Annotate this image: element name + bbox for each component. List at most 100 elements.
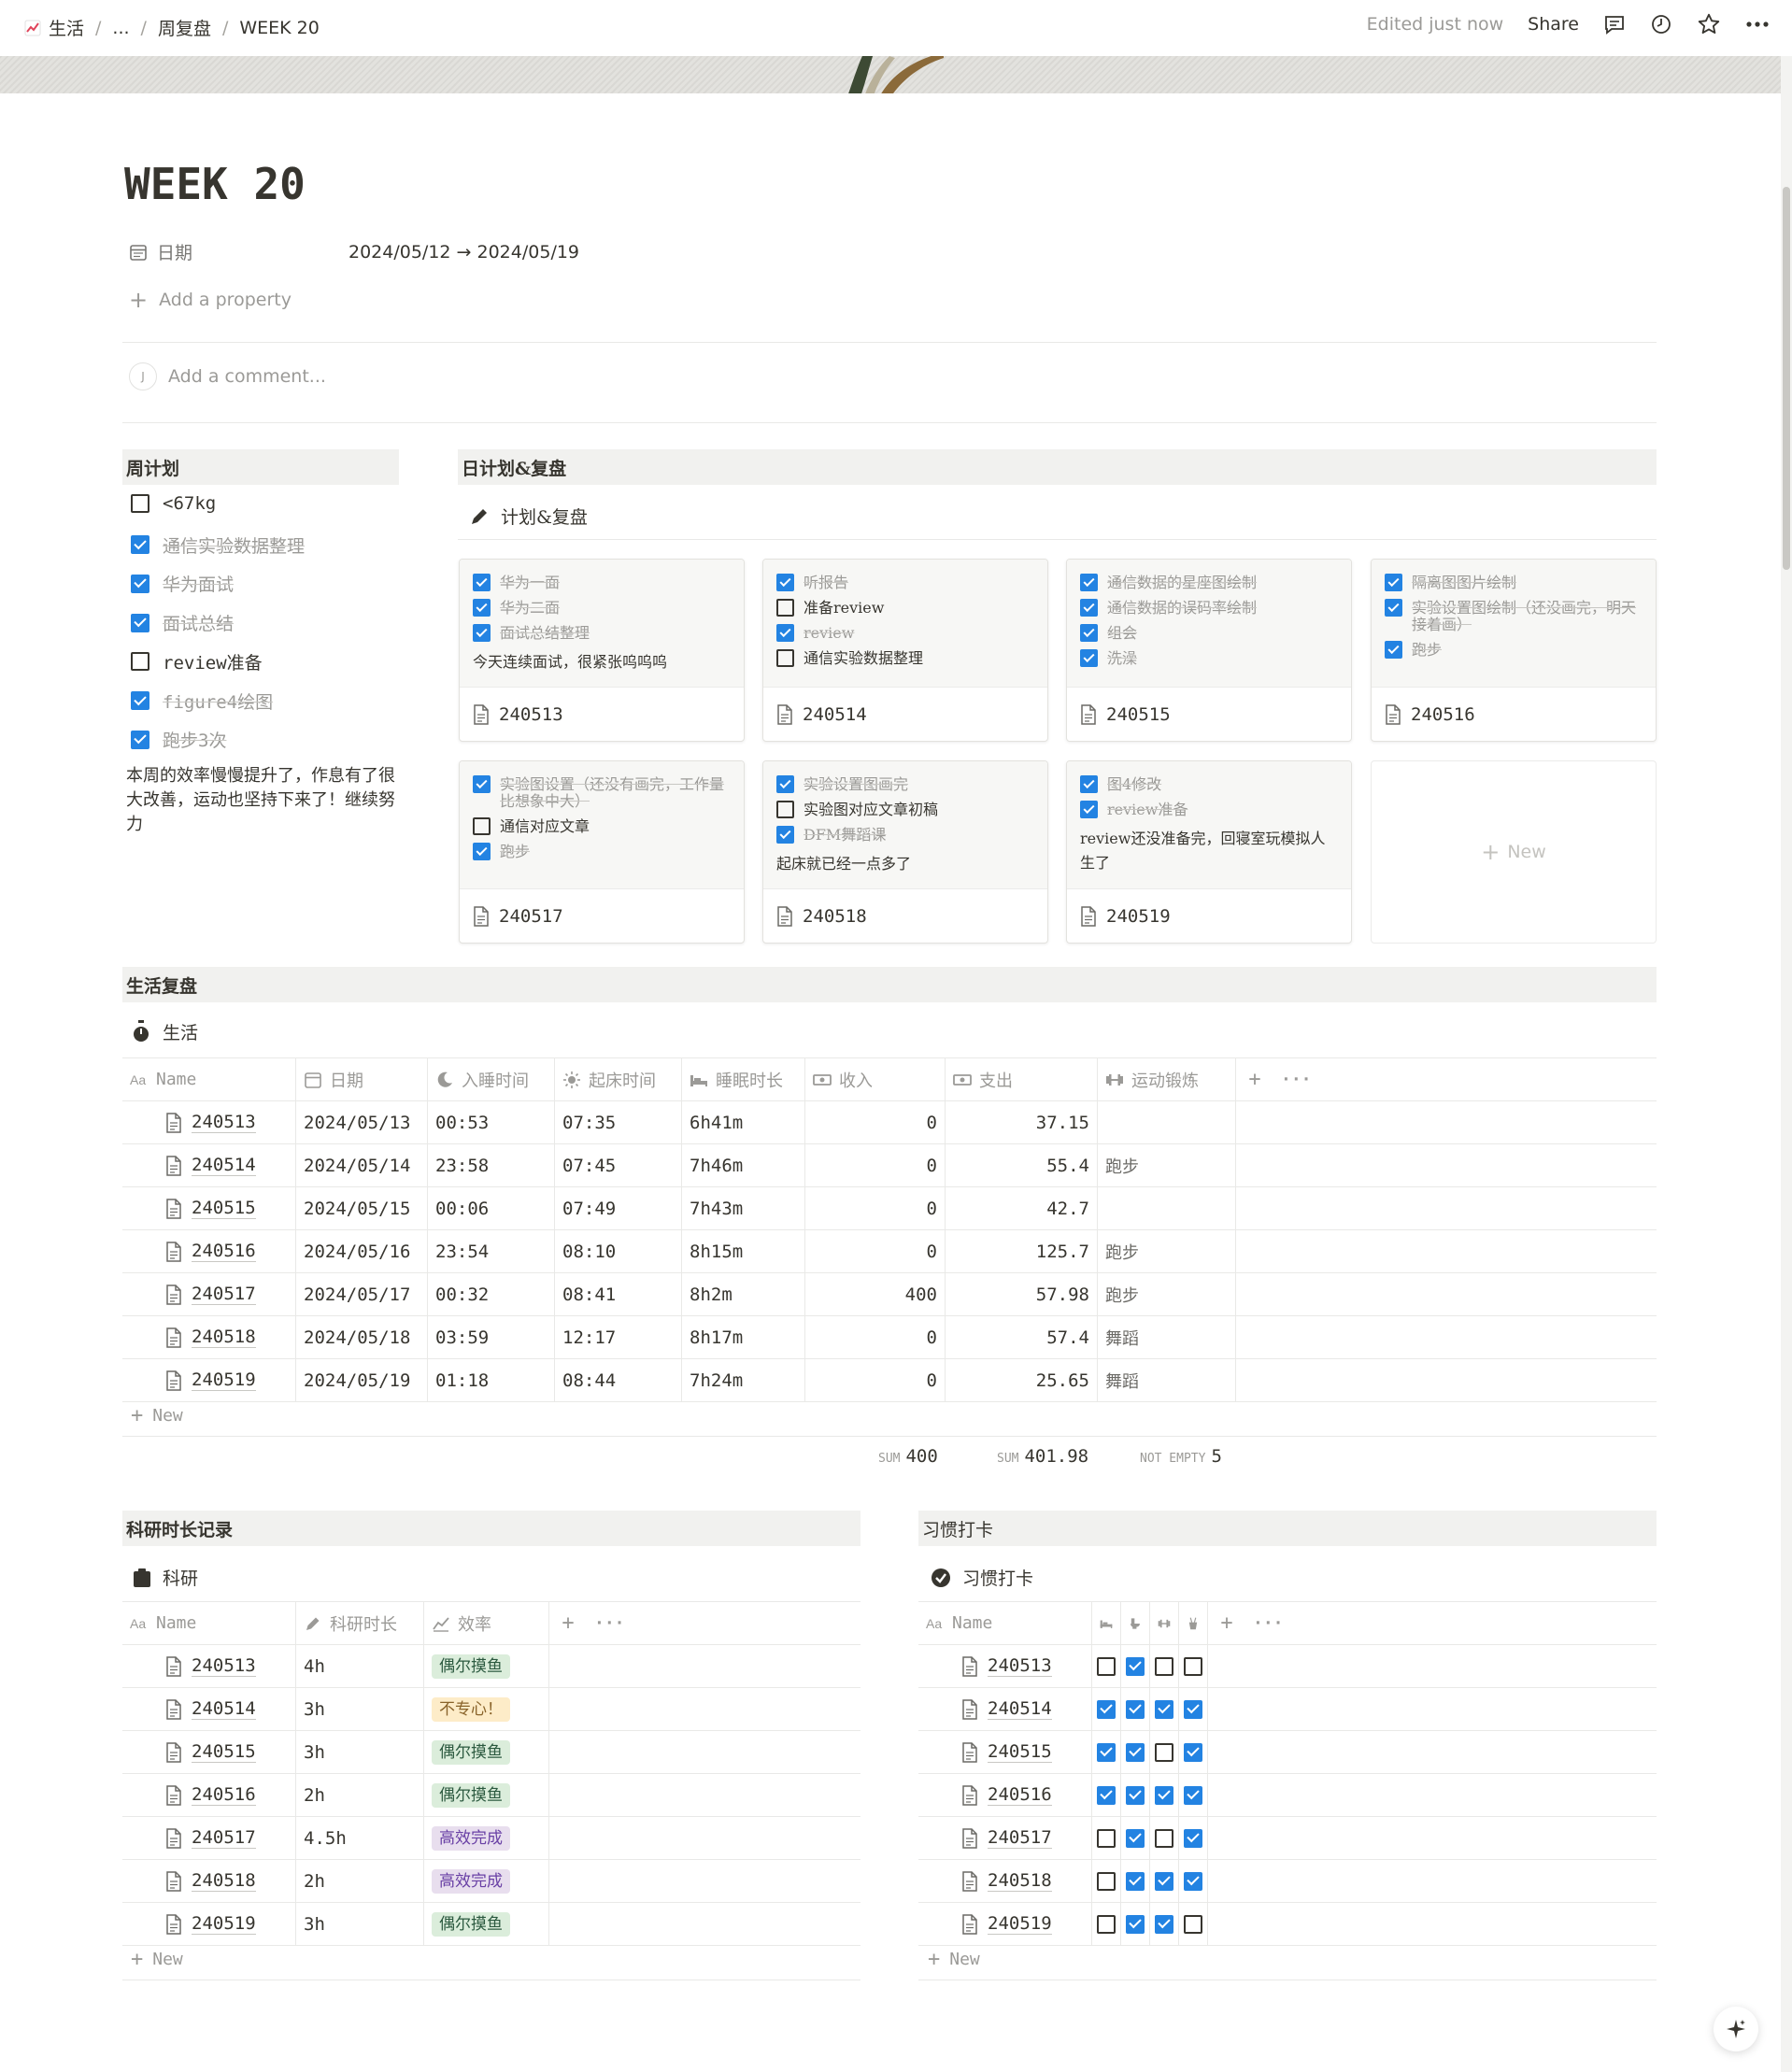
cell-dur[interactable]: 6h41m bbox=[682, 1101, 805, 1143]
checkbox[interactable] bbox=[1155, 1742, 1173, 1762]
checkbox[interactable] bbox=[1126, 1785, 1145, 1805]
habit-cell[interactable] bbox=[1150, 1817, 1179, 1859]
habit-cell[interactable] bbox=[1121, 1688, 1150, 1730]
cell-wake[interactable]: 08:41 bbox=[555, 1273, 682, 1315]
cell-exercise[interactable] bbox=[1098, 1101, 1236, 1143]
row-name-cell[interactable]: 240517 bbox=[122, 1817, 296, 1859]
checkbox[interactable] bbox=[473, 574, 491, 591]
table-row[interactable]: 240517 bbox=[918, 1817, 1657, 1860]
checkbox[interactable] bbox=[1097, 1656, 1116, 1676]
habit-cell[interactable] bbox=[1121, 1645, 1150, 1687]
checkbox[interactable] bbox=[1155, 1828, 1173, 1848]
column-header-name[interactable]: Aa Name bbox=[122, 1058, 296, 1100]
habit-cell[interactable] bbox=[1092, 1860, 1121, 1902]
cell-hours[interactable]: 2h bbox=[296, 1774, 424, 1816]
row-name-link[interactable]: 240516 bbox=[192, 1241, 256, 1262]
checkbox[interactable] bbox=[131, 535, 149, 555]
cell-date[interactable]: 2024/05/16 bbox=[296, 1230, 428, 1272]
table-row[interactable]: 240518 2h 高效完成 bbox=[122, 1860, 860, 1903]
cell-dur[interactable]: 7h43m bbox=[682, 1187, 805, 1229]
card-title[interactable]: 240515 bbox=[1067, 687, 1351, 741]
checkbox[interactable] bbox=[131, 691, 149, 710]
add-column-button[interactable]: + bbox=[1208, 1602, 1245, 1644]
row-name-link[interactable]: 240519 bbox=[988, 1913, 1052, 1935]
cell-date[interactable]: 2024/05/18 bbox=[296, 1316, 428, 1358]
checkbox[interactable] bbox=[1080, 624, 1098, 642]
checkbox[interactable] bbox=[1184, 1742, 1202, 1762]
column-header-bedtime[interactable]: 入睡时间 bbox=[428, 1058, 555, 1100]
row-name-link[interactable]: 240519 bbox=[192, 1913, 256, 1935]
checkbox[interactable] bbox=[473, 775, 491, 793]
daily-card[interactable]: 通信数据的星座图绘制 通信数据的误码率绘制 组会 洗澡 240515 bbox=[1066, 559, 1352, 742]
checkbox[interactable] bbox=[131, 574, 149, 593]
checkbox[interactable] bbox=[1080, 649, 1098, 667]
cell-exercise[interactable]: 跑步 bbox=[1098, 1230, 1236, 1272]
habit-cell[interactable] bbox=[1179, 1817, 1208, 1859]
habit-cell[interactable] bbox=[1150, 1860, 1179, 1902]
row-name-cell[interactable]: 240515 bbox=[918, 1731, 1092, 1773]
cell-wake[interactable]: 08:10 bbox=[555, 1230, 682, 1272]
weekly-todo-item[interactable]: 通信实验数据整理 bbox=[131, 532, 305, 558]
row-name-cell[interactable]: 240518 bbox=[918, 1860, 1092, 1902]
row-name-link[interactable]: 240513 bbox=[192, 1112, 256, 1133]
checkbox[interactable] bbox=[1080, 775, 1098, 793]
habit-cell[interactable] bbox=[1179, 1645, 1208, 1687]
column-header-research-hours[interactable]: 科研时长 bbox=[296, 1602, 424, 1644]
cell-date[interactable]: 2024/05/19 bbox=[296, 1359, 428, 1401]
page-title[interactable]: WEEK 20 bbox=[124, 159, 306, 209]
row-name-cell[interactable]: 240519 bbox=[122, 1903, 296, 1945]
star-icon[interactable] bbox=[1697, 12, 1721, 36]
table-row[interactable]: 240519 3h 偶尔摸鱼 bbox=[122, 1903, 860, 1946]
comment-box[interactable]: J Add a comment... bbox=[129, 362, 326, 390]
cell-sleep[interactable]: 00:32 bbox=[428, 1273, 555, 1315]
cell-income[interactable]: 400 bbox=[805, 1273, 946, 1315]
cell-expense[interactable]: 37.15 bbox=[946, 1101, 1098, 1143]
checkbox[interactable] bbox=[776, 649, 794, 667]
daily-card[interactable]: 实验图设置（还没有画完，工作量比想象中大） 通信对应文章 跑步 240517 bbox=[459, 760, 745, 944]
checkbox[interactable] bbox=[1126, 1699, 1145, 1719]
cell-hours[interactable]: 3h bbox=[296, 1688, 424, 1730]
card-title[interactable]: 240516 bbox=[1372, 687, 1656, 741]
checkbox[interactable] bbox=[1184, 1914, 1202, 1934]
cell-sleep[interactable]: 23:58 bbox=[428, 1144, 555, 1186]
cell-expense[interactable]: 25.65 bbox=[946, 1359, 1098, 1401]
checkbox[interactable] bbox=[776, 599, 794, 617]
habit-cell[interactable] bbox=[1150, 1903, 1179, 1945]
cell-date[interactable]: 2024/05/14 bbox=[296, 1144, 428, 1186]
table-row[interactable]: 240514 3h 不专心！ bbox=[122, 1688, 860, 1731]
habit-cell[interactable] bbox=[1092, 1645, 1121, 1687]
table-row[interactable]: 240515 3h 偶尔摸鱼 bbox=[122, 1731, 860, 1774]
table-row[interactable]: 240513 bbox=[918, 1645, 1657, 1688]
cell-wake[interactable]: 08:44 bbox=[555, 1359, 682, 1401]
column-options-icon[interactable]: ··· bbox=[1273, 1058, 1311, 1100]
row-name-cell[interactable]: 240518 bbox=[122, 1860, 296, 1902]
habit-cell[interactable] bbox=[1121, 1817, 1150, 1859]
daily-card[interactable]: 实验设置图画完 实验图对应文章初稿 DFM舞蹈课 起床就已经一点多了 240518 bbox=[762, 760, 1048, 944]
row-name-cell[interactable]: 240515 bbox=[122, 1731, 296, 1773]
checkbox[interactable] bbox=[1097, 1828, 1116, 1848]
cell-income[interactable]: 0 bbox=[805, 1101, 946, 1143]
checkbox[interactable] bbox=[1126, 1871, 1145, 1891]
expense-sum[interactable]: SUM 401.98 bbox=[997, 1446, 1088, 1467]
checkbox[interactable] bbox=[1080, 801, 1098, 818]
habit-cell[interactable] bbox=[1179, 1774, 1208, 1816]
table-row[interactable]: 240518 bbox=[918, 1860, 1657, 1903]
weekly-todo-item[interactable]: 华为面试 bbox=[131, 571, 234, 596]
row-name-link[interactable]: 240518 bbox=[988, 1870, 1052, 1892]
row-name-link[interactable]: 240517 bbox=[192, 1827, 256, 1849]
cell-income[interactable]: 0 bbox=[805, 1187, 946, 1229]
cell-expense[interactable]: 57.98 bbox=[946, 1273, 1098, 1315]
cell-expense[interactable]: 125.7 bbox=[946, 1230, 1098, 1272]
row-name-link[interactable]: 240518 bbox=[192, 1327, 256, 1348]
table-row[interactable]: 240517 2024/05/17 00:32 08:41 8h2m 400 57.98 跑步 bbox=[122, 1273, 1657, 1316]
habit-cell[interactable] bbox=[1092, 1903, 1121, 1945]
weekly-todo-item[interactable]: 面试总结 bbox=[131, 610, 234, 635]
table-row[interactable]: 240516 2h 偶尔摸鱼 bbox=[122, 1774, 860, 1817]
card-title[interactable]: 240513 bbox=[460, 687, 744, 741]
row-name-link[interactable]: 240515 bbox=[988, 1741, 1052, 1763]
checkbox[interactable] bbox=[1155, 1871, 1173, 1891]
cell-income[interactable]: 0 bbox=[805, 1144, 946, 1186]
checkbox[interactable] bbox=[131, 652, 149, 672]
table-row[interactable]: 240519 2024/05/19 01:18 08:44 7h24m 0 25.65 舞蹈 bbox=[122, 1359, 1657, 1402]
row-name-cell[interactable]: 240516 bbox=[122, 1774, 296, 1816]
